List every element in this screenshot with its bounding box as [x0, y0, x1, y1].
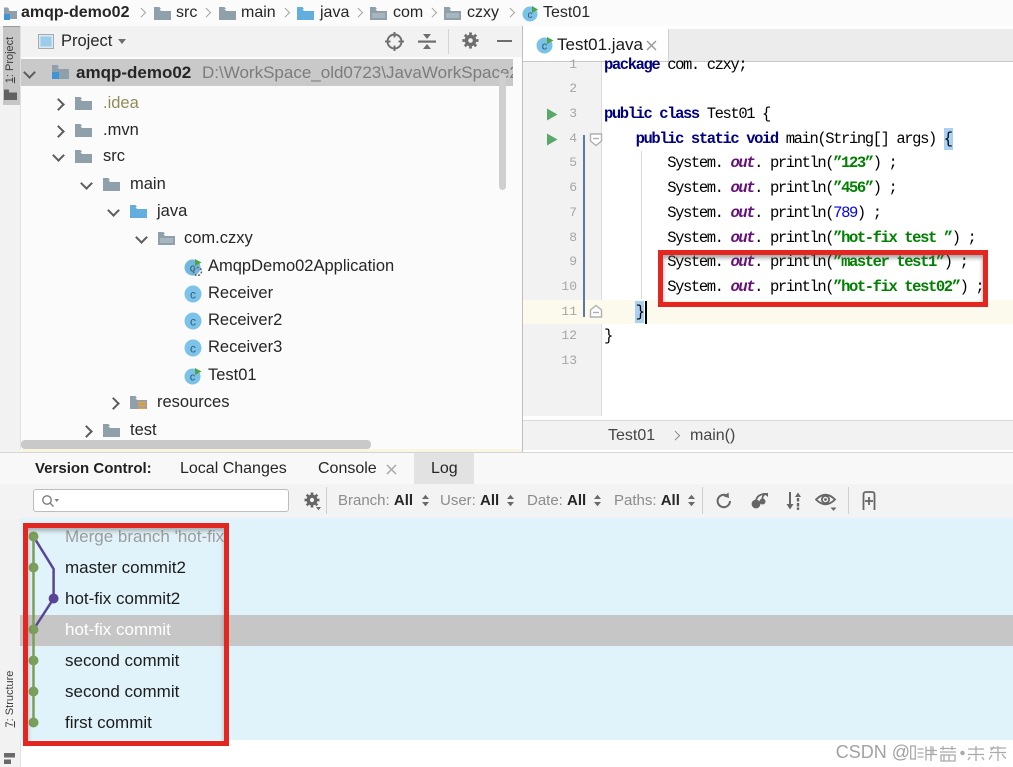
- svg-text:c: c: [190, 342, 196, 356]
- svg-text:c: c: [190, 371, 196, 383]
- svg-text:c: c: [190, 288, 196, 302]
- svg-text:c: c: [542, 41, 548, 53]
- svg-text:c: c: [190, 314, 196, 328]
- svg-text:c: c: [528, 10, 533, 21]
